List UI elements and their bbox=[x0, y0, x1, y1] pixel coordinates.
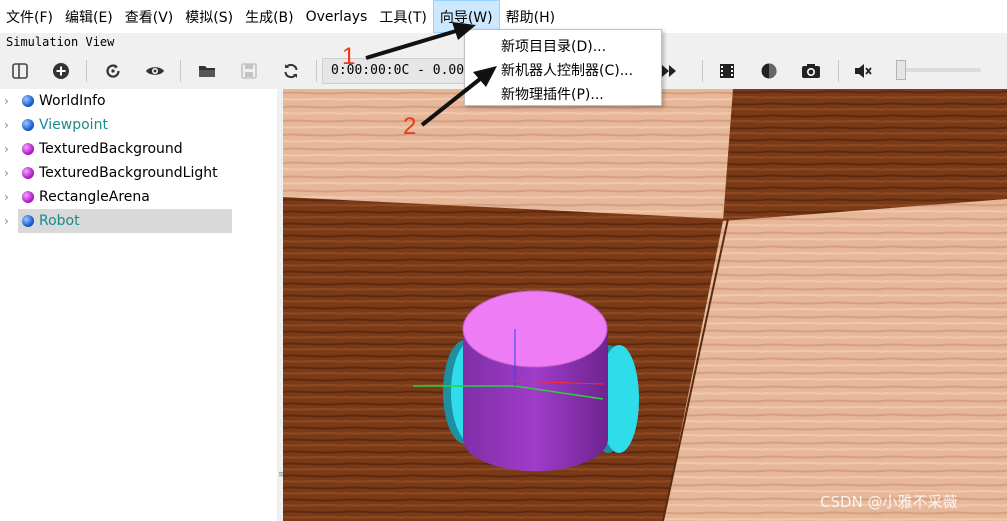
node-blue-sphere-icon bbox=[22, 95, 34, 107]
node-purple-sphere-icon bbox=[22, 143, 34, 155]
reload-icon[interactable] bbox=[280, 60, 302, 82]
reset-simulation-icon[interactable] bbox=[102, 60, 124, 82]
menu-edit[interactable]: 编辑(E) bbox=[59, 0, 119, 33]
chevron-right-icon[interactable]: › bbox=[4, 118, 14, 132]
chevron-right-icon[interactable]: › bbox=[4, 166, 14, 180]
robot-body bbox=[462, 290, 608, 472]
tree-item-robot[interactable]: › Robot bbox=[0, 209, 277, 233]
node-purple-sphere-icon bbox=[22, 191, 34, 203]
tree-item-label: TexturedBackgroundLight bbox=[39, 165, 218, 181]
scene-render bbox=[283, 89, 1007, 521]
tree-item-viewpoint[interactable]: › Viewpoint bbox=[0, 113, 277, 137]
mute-speaker-icon[interactable] bbox=[852, 60, 874, 82]
chevron-right-icon[interactable]: › bbox=[4, 190, 14, 204]
menu-new-project-directory[interactable]: 新项目目录(D)... bbox=[501, 36, 606, 56]
tree-item-texturedbackgroundlight[interactable]: › TexturedBackgroundLight bbox=[0, 161, 277, 185]
add-node-icon[interactable] bbox=[50, 60, 72, 82]
toggle-tree-icon[interactable] bbox=[9, 60, 31, 82]
node-blue-sphere-icon bbox=[22, 215, 34, 227]
annotation-number-1: 1 bbox=[342, 43, 356, 70]
view-eye-icon[interactable] bbox=[144, 60, 166, 82]
tree-item-texturedbackground[interactable]: › TexturedBackground bbox=[0, 137, 277, 161]
annotation-number-2: 2 bbox=[403, 113, 417, 140]
3d-viewport[interactable] bbox=[283, 89, 1007, 521]
node-purple-sphere-icon bbox=[22, 167, 34, 179]
tree-item-label: RectangleArena bbox=[39, 189, 150, 205]
menu-view[interactable]: 查看(V) bbox=[119, 0, 180, 33]
tree-item-label: WorldInfo bbox=[39, 93, 106, 109]
menu-new-robot-controller[interactable]: 新机器人控制器(C)... bbox=[501, 60, 633, 80]
menu-file[interactable]: 文件(F) bbox=[0, 0, 59, 33]
menu-build[interactable]: 生成(B) bbox=[239, 0, 300, 33]
menu-tools[interactable]: 工具(T) bbox=[373, 0, 432, 33]
tree-item-label: TexturedBackground bbox=[39, 141, 183, 157]
chevron-right-icon[interactable]: › bbox=[4, 214, 14, 228]
menu-new-physics-plugin[interactable]: 新物理插件(P)... bbox=[501, 84, 604, 104]
open-folder-icon[interactable] bbox=[196, 60, 218, 82]
watermark: CSDN @小雅不采薇 bbox=[820, 493, 958, 511]
tree-item-rectanglearena[interactable]: › RectangleArena bbox=[0, 185, 277, 209]
node-blue-sphere-icon bbox=[22, 119, 34, 131]
chevron-right-icon[interactable]: › bbox=[4, 142, 14, 156]
wizard-dropdown-menu: 新项目目录(D)... 新机器人控制器(C)... 新物理插件(P)... bbox=[464, 29, 662, 106]
film-record-icon[interactable] bbox=[716, 60, 738, 82]
scene-tree: › WorldInfo › Viewpoint › TexturedBackgr… bbox=[0, 89, 277, 521]
simulation-window: 文件(F) 编辑(E) 查看(V) 模拟(S) 生成(B) Overlays 工… bbox=[0, 0, 1007, 521]
chevron-right-icon[interactable]: › bbox=[4, 94, 14, 108]
volume-slider-track bbox=[896, 68, 981, 72]
save-icon[interactable] bbox=[238, 60, 260, 82]
menu-overlays[interactable]: Overlays bbox=[300, 0, 374, 33]
tree-item-label: Robot bbox=[39, 213, 80, 229]
menu-simulate[interactable]: 模拟(S) bbox=[179, 0, 239, 33]
tree-item-label: Viewpoint bbox=[39, 117, 108, 133]
volume-slider[interactable] bbox=[896, 60, 981, 80]
screenshot-camera-icon[interactable] bbox=[800, 60, 822, 82]
volume-slider-thumb[interactable] bbox=[896, 60, 906, 80]
render-mode-icon[interactable] bbox=[758, 60, 780, 82]
tree-item-worldinfo[interactable]: › WorldInfo bbox=[0, 89, 277, 113]
